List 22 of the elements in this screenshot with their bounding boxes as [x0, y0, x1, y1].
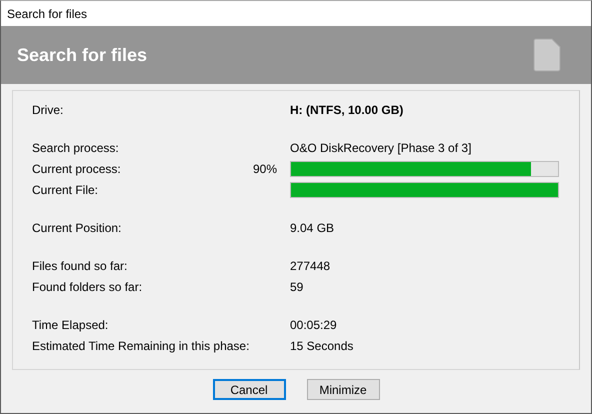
document-icon: [533, 38, 561, 72]
field-label: Estimated Time Remaining in this phase:: [32, 338, 250, 354]
field-label: Files found so far:: [32, 258, 128, 274]
field-label: Search process:: [32, 140, 120, 156]
percent-text: 90%: [252, 160, 277, 178]
field-label: Drive:: [32, 102, 64, 118]
field-value: 277448: [290, 258, 330, 274]
header-title: Search for files: [17, 44, 148, 66]
field-value: O&O DiskRecovery [Phase 3 of 3]: [290, 140, 472, 156]
dialog-button[interactable]: Minimize: [306, 379, 380, 400]
field-label: Current process:: [32, 160, 122, 178]
field-label: Found folders so far:: [32, 278, 144, 296]
field-value: 59: [290, 278, 304, 296]
field-label: Current File:: [32, 182, 100, 198]
field-value: 15 Seconds: [290, 338, 354, 354]
dialog-button[interactable]: Cancel: [212, 379, 286, 400]
window-title: Search for files: [7, 6, 88, 22]
field-value: 00:05:29: [290, 316, 337, 334]
field-value: H: (NTFS, 10.00 GB): [290, 102, 404, 118]
field-value: 9.04 GB: [290, 220, 334, 236]
field-label: Current Position:: [32, 220, 122, 236]
field-label: Time Elapsed:: [32, 316, 110, 334]
